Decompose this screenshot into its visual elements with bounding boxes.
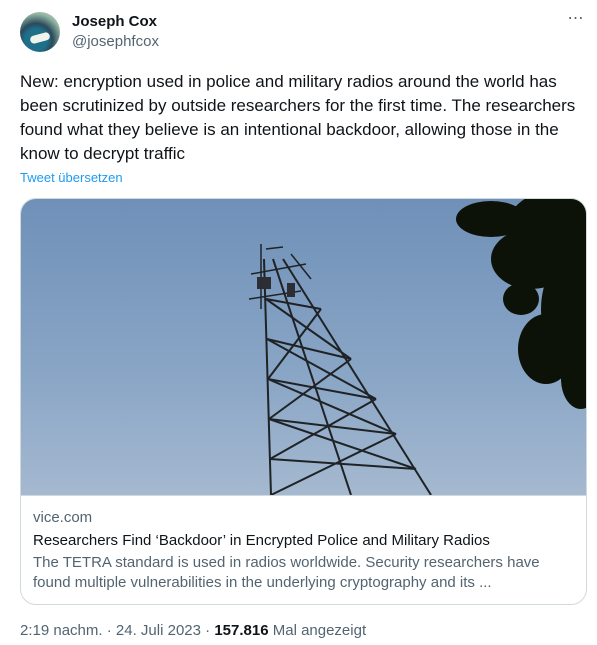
view-count: 157.816: [214, 622, 269, 639]
card-divider: [21, 495, 586, 496]
card-description: The TETRA standard is used in radios wor…: [33, 554, 540, 591]
card-image[interactable]: [21, 199, 586, 495]
tweet-date[interactable]: 24. Juli 2023: [116, 622, 201, 639]
translate-tweet-link[interactable]: Tweet übersetzen: [20, 170, 123, 185]
author-handle[interactable]: @josephfcox: [72, 33, 159, 50]
card-title[interactable]: Researchers Find ‘Backdoor’ in Encrypted…: [33, 532, 490, 549]
avatar[interactable]: [20, 12, 60, 52]
tweet-meta: 2:19 nachm. · 24. Juli 2023 · 157.816 Ma…: [20, 622, 366, 639]
link-card[interactable]: vice.com Researchers Find ‘Backdoor’ in …: [20, 198, 587, 605]
tweet-time[interactable]: 2:19 nachm.: [20, 622, 103, 639]
author-name[interactable]: Joseph Cox: [72, 13, 157, 30]
avatar-shape: [29, 31, 51, 45]
view-count-label: Mal angezeigt: [268, 622, 367, 639]
meta-separator: ·: [102, 622, 116, 639]
more-horizontal-icon[interactable]: ⋯: [566, 11, 586, 29]
meta-separator: ·: [200, 622, 215, 639]
card-domain: vice.com: [33, 509, 93, 526]
tweet-text: New: encryption used in police and milit…: [20, 72, 576, 163]
